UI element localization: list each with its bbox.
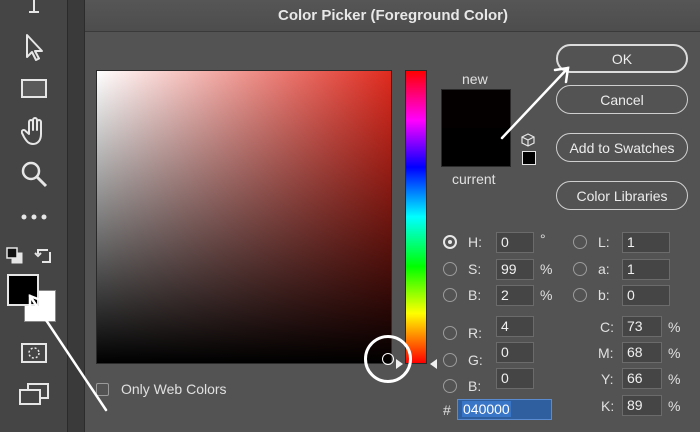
only-web-colors-checkbox[interactable]	[96, 383, 109, 396]
ok-button[interactable]: OK	[556, 44, 688, 73]
b-channel-radio[interactable]	[573, 288, 587, 302]
hex-field[interactable]: 040000	[457, 399, 552, 420]
web-safe-swatch[interactable]	[522, 151, 536, 165]
lightness-radio[interactable]	[573, 235, 587, 249]
saturation-field[interactable]: 99	[496, 259, 534, 280]
saturation-unit: %	[540, 261, 553, 277]
hex-label: #	[443, 402, 451, 418]
brightness-field[interactable]: 2	[496, 285, 534, 306]
out-of-gamut-cube-icon[interactable]	[521, 133, 535, 152]
quick-mask-icon[interactable]	[0, 340, 68, 366]
blue-radio[interactable]	[443, 379, 457, 393]
black-field[interactable]: 89	[622, 395, 662, 416]
a-channel-field[interactable]: 1	[622, 259, 670, 280]
black-label: K:	[601, 398, 615, 414]
current-color-swatch[interactable]	[441, 128, 511, 167]
swap-colors-icon[interactable]	[34, 246, 54, 271]
blue-field[interactable]: 0	[496, 368, 534, 389]
a-channel-label: a:	[598, 261, 610, 277]
red-field[interactable]: 4	[496, 316, 534, 337]
cyan-field[interactable]: 73	[622, 316, 662, 337]
brightness-label: B:	[468, 287, 482, 303]
tools-panel	[0, 0, 68, 432]
hue-slider-right-arrow[interactable]	[430, 359, 437, 369]
brightness-radio[interactable]	[443, 288, 457, 302]
color-field-marker[interactable]	[382, 353, 394, 365]
new-color-label: new	[462, 71, 488, 87]
saturation-brightness-field[interactable]	[96, 70, 392, 364]
lightness-field[interactable]: 1	[622, 232, 670, 253]
hue-unit: °	[540, 231, 546, 247]
more-tools-icon[interactable]	[0, 208, 68, 226]
hue-slider[interactable]	[405, 70, 427, 364]
blue-label: B:	[468, 378, 482, 394]
red-label: R:	[468, 325, 482, 341]
green-field[interactable]: 0	[496, 342, 534, 363]
dialog-title: Color Picker (Foreground Color)	[85, 0, 700, 32]
cancel-button[interactable]: Cancel	[556, 85, 688, 114]
b-channel-field[interactable]: 0	[622, 285, 670, 306]
hex-value: 040000	[462, 401, 511, 417]
yellow-field[interactable]: 66	[622, 368, 662, 389]
brightness-unit: %	[540, 287, 553, 303]
yellow-unit: %	[668, 371, 681, 387]
screen-mode-icon[interactable]	[0, 380, 68, 408]
only-web-colors-label: Only Web Colors	[121, 381, 227, 397]
color-libraries-button[interactable]: Color Libraries	[556, 181, 688, 210]
foreground-color-swatch[interactable]	[7, 274, 39, 306]
hand-tool-icon[interactable]	[0, 116, 68, 148]
move-tool-icon[interactable]	[0, 32, 68, 62]
b-channel-label: b:	[598, 287, 610, 303]
green-radio[interactable]	[443, 353, 457, 367]
rectangle-tool-icon[interactable]	[0, 74, 68, 104]
hue-radio[interactable]	[443, 235, 457, 249]
cyan-label: C:	[600, 319, 614, 335]
current-color-label: current	[452, 171, 496, 187]
magenta-unit: %	[668, 345, 681, 361]
default-colors-icon[interactable]	[6, 247, 24, 270]
black-unit: %	[668, 398, 681, 414]
green-label: G:	[468, 352, 483, 368]
yellow-label: Y:	[601, 371, 614, 387]
zoom-tool-icon[interactable]	[0, 158, 68, 190]
add-to-swatches-button[interactable]: Add to Swatches	[556, 133, 688, 162]
lightness-label: L:	[598, 234, 610, 250]
cyan-unit: %	[668, 319, 681, 335]
type-tool-icon[interactable]	[0, 0, 68, 16]
magenta-field[interactable]: 68	[622, 342, 662, 363]
saturation-radio[interactable]	[443, 262, 457, 276]
new-color-swatch	[441, 89, 511, 128]
a-channel-radio[interactable]	[573, 262, 587, 276]
red-radio[interactable]	[443, 326, 457, 340]
hue-label: H:	[468, 234, 482, 250]
magenta-label: M:	[598, 345, 614, 361]
saturation-label: S:	[468, 261, 482, 277]
hue-field[interactable]: 0	[496, 232, 534, 253]
